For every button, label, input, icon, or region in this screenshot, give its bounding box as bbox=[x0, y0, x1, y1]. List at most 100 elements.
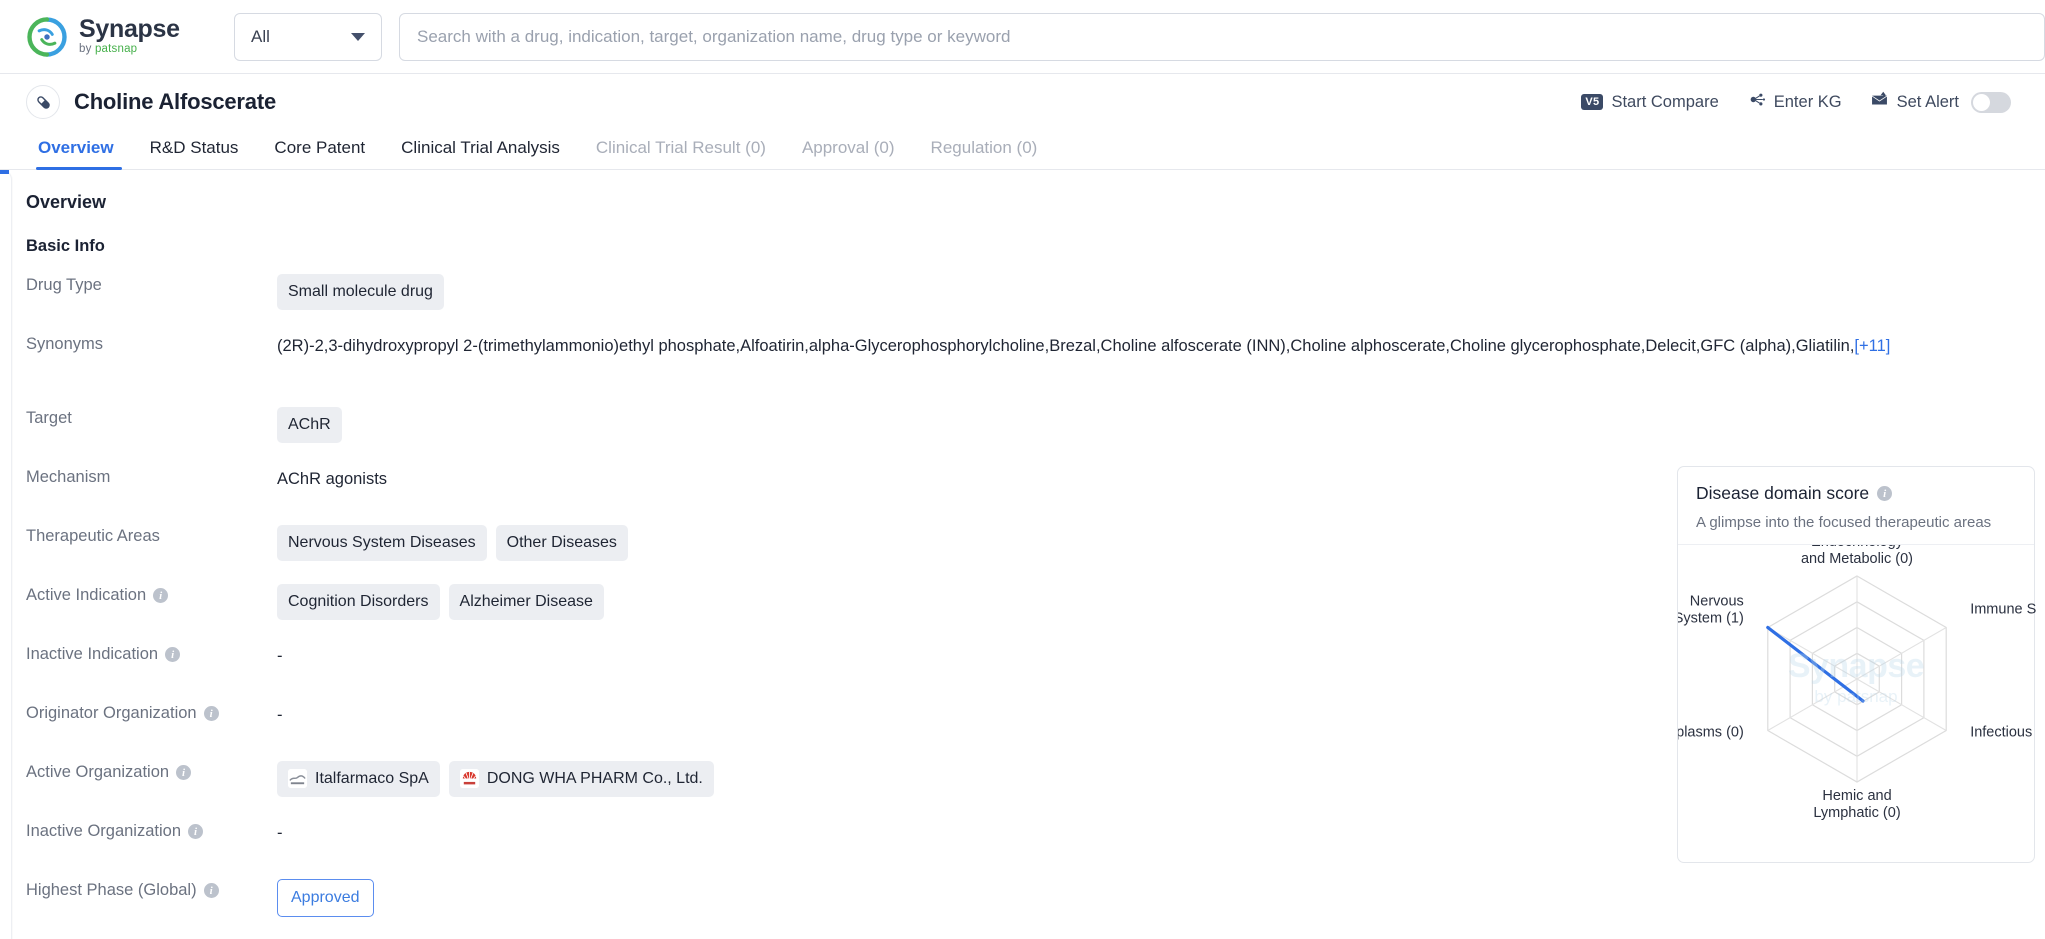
enter-kg-label: Enter KG bbox=[1773, 92, 1842, 111]
disease-domain-header: Disease domain score i A glimpse into th… bbox=[1678, 467, 2034, 545]
radar-svg: Endocrinologyand Metabolic (0) Immune Sys… bbox=[1678, 545, 2036, 821]
chip-therapeutic-area[interactable]: Other Diseases bbox=[495, 525, 628, 561]
brand-by: by bbox=[79, 43, 95, 56]
radar-axis-label: Neoplasms (0) bbox=[1678, 725, 1744, 741]
chevron-down-icon bbox=[351, 32, 365, 41]
chip-indication[interactable]: Alzheimer Disease bbox=[448, 584, 604, 620]
row-label: Therapeutic Areas bbox=[26, 525, 277, 546]
brand-sub: patsnap bbox=[94, 43, 138, 56]
start-compare-label: Start Compare bbox=[1611, 92, 1719, 111]
row-label-text: Target bbox=[26, 409, 72, 427]
overview-content: Overview Basic Info Drug Type Small mole… bbox=[0, 170, 2045, 939]
info-icon[interactable]: i bbox=[203, 883, 219, 898]
sidebar-collapse-handle[interactable] bbox=[0, 170, 12, 939]
tab-label: R&D Status bbox=[149, 138, 239, 157]
brand-logo[interactable]: Synapse by patsnap bbox=[26, 16, 216, 58]
search-scope-select[interactable]: All bbox=[234, 12, 382, 61]
tab-label: Clinical Trial Analysis bbox=[401, 138, 560, 157]
row-label: Target bbox=[26, 407, 277, 428]
brand-tagline: by patsnap bbox=[79, 44, 180, 56]
row-drug-type: Drug Type Small molecule drug bbox=[26, 274, 2045, 333]
version-badge: V5 bbox=[1581, 93, 1604, 111]
info-icon[interactable]: i bbox=[203, 706, 219, 721]
row-label-text: Highest Phase (Global) bbox=[26, 881, 197, 899]
row-label-text: Drug Type bbox=[26, 276, 102, 294]
tab-overview[interactable]: Overview bbox=[26, 138, 132, 170]
set-alert-control[interactable]: Set Alert bbox=[1870, 90, 2011, 114]
capsule-icon bbox=[26, 85, 60, 119]
italfarmaco-logo-icon bbox=[288, 769, 307, 789]
row-label: Synonyms bbox=[26, 333, 277, 354]
chip-therapeutic-area[interactable]: Nervous System Diseases bbox=[277, 525, 487, 561]
chip-organization-dongwha[interactable]: DONG WHA PHARM Co., Ltd. bbox=[448, 761, 714, 797]
global-search-box[interactable] bbox=[399, 12, 2045, 61]
row-label-text: Originator Organization bbox=[26, 704, 197, 722]
synonyms-more-link[interactable]: [+11] bbox=[1854, 337, 1890, 355]
drug-detail-tabs: Overview R&D Status Core Patent Clinical… bbox=[0, 130, 2045, 170]
highest-phase-badge[interactable]: Approved bbox=[277, 879, 374, 917]
radar-axis-label: Nervous System (1) bbox=[1678, 594, 1744, 627]
row-label-text: Inactive Organization bbox=[26, 822, 182, 840]
section-title-basic-info: Basic Info bbox=[26, 237, 105, 255]
row-value: Approved bbox=[277, 879, 2045, 917]
disease-domain-title: Disease domain score bbox=[1696, 483, 1870, 503]
org-name: DONG WHA PHARM Co., Ltd. bbox=[486, 770, 703, 787]
info-icon[interactable]: i bbox=[153, 588, 169, 603]
drug-header: Choline Alfoscerate V5 Start Compare Ent… bbox=[0, 74, 2045, 130]
disease-domain-radar-chart: Synapse by patsnap Endocrinologyand Meta… bbox=[1678, 545, 2036, 845]
row-label: Drug Type bbox=[26, 274, 277, 295]
radar-series-line bbox=[1766, 625, 1865, 703]
row-label: Highest Phase (Global) i bbox=[26, 879, 277, 900]
search-input[interactable] bbox=[417, 13, 2027, 60]
chip-drug-type[interactable]: Small molecule drug bbox=[277, 274, 444, 310]
global-top-bar: Synapse by patsnap All bbox=[0, 0, 2045, 74]
row-label: Mechanism bbox=[26, 466, 277, 487]
tab-rd-status[interactable]: R&D Status bbox=[132, 138, 257, 169]
knowledge-graph-icon bbox=[1747, 90, 1766, 114]
chip-organization-italfarmaco[interactable]: Italfarmaco SpA bbox=[277, 761, 440, 797]
disease-domain-title-row: Disease domain score i bbox=[1696, 483, 2016, 504]
tab-clinical-trial-analysis[interactable]: Clinical Trial Analysis bbox=[383, 138, 578, 169]
row-label-text: Active Organization bbox=[26, 763, 170, 781]
row-label: Originator Organization i bbox=[26, 702, 277, 723]
start-compare-button[interactable]: V5 Start Compare bbox=[1581, 92, 1719, 112]
tab-label: Clinical Trial Result (0) bbox=[595, 138, 766, 157]
enter-kg-button[interactable]: Enter KG bbox=[1747, 90, 1842, 114]
chip-target[interactable]: AChR bbox=[277, 407, 342, 443]
tab-regulation[interactable]: Regulation (0) bbox=[913, 138, 1056, 169]
row-label: Active Organization i bbox=[26, 761, 277, 782]
radar-axis-label: Hemic and Lymphatic (0) bbox=[1813, 788, 1900, 821]
set-alert-toggle[interactable] bbox=[1971, 91, 2011, 113]
tab-approval[interactable]: Approval (0) bbox=[784, 138, 913, 169]
row-label: Inactive Organization i bbox=[26, 820, 277, 841]
row-label-text: Inactive Indication bbox=[26, 645, 159, 663]
row-label-text: Active Indication bbox=[26, 586, 147, 604]
info-icon[interactable]: i bbox=[1877, 486, 1893, 501]
brand-name: Synapse bbox=[79, 15, 180, 44]
row-highest-phase: Highest Phase (Global) i Approved bbox=[26, 879, 2045, 938]
row-label-text: Synonyms bbox=[26, 335, 104, 353]
synonyms-text: (2R)-2,3-dihydroxypropyl 2-(trimethylamm… bbox=[277, 337, 1855, 355]
tab-label: Overview bbox=[38, 138, 114, 157]
chip-list: Small molecule drug bbox=[277, 274, 2045, 310]
row-value: AChR bbox=[277, 407, 2045, 443]
info-icon[interactable]: i bbox=[188, 824, 204, 839]
info-icon[interactable]: i bbox=[176, 765, 192, 780]
synapse-logo-icon bbox=[26, 16, 68, 58]
tab-clinical-trial-result[interactable]: Clinical Trial Result (0) bbox=[578, 138, 784, 169]
tab-core-patent[interactable]: Core Patent bbox=[256, 138, 383, 169]
drug-header-actions: V5 Start Compare Enter KG Set Alert bbox=[1581, 90, 2019, 114]
search-scope-value: All bbox=[251, 26, 270, 46]
row-label-text: Mechanism bbox=[26, 468, 111, 486]
page-title: Choline Alfoscerate bbox=[74, 89, 276, 114]
alert-envelope-icon bbox=[1870, 90, 1889, 114]
row-value: (2R)-2,3-dihydroxypropyl 2-(trimethylamm… bbox=[277, 333, 2045, 359]
tab-label: Core Patent bbox=[274, 138, 366, 157]
radar-axis-label: Immune System (0) bbox=[1970, 602, 2036, 618]
chip-indication[interactable]: Cognition Disorders bbox=[277, 584, 440, 620]
info-icon[interactable]: i bbox=[165, 647, 181, 662]
row-synonyms: Synonyms (2R)-2,3-dihydroxypropyl 2-(tri… bbox=[26, 333, 2045, 407]
radar-spokes bbox=[1767, 576, 1947, 782]
radar-axis-label: Endocrinologyand Metabolic (0) bbox=[1801, 545, 1913, 567]
tab-label: Approval (0) bbox=[801, 138, 895, 157]
